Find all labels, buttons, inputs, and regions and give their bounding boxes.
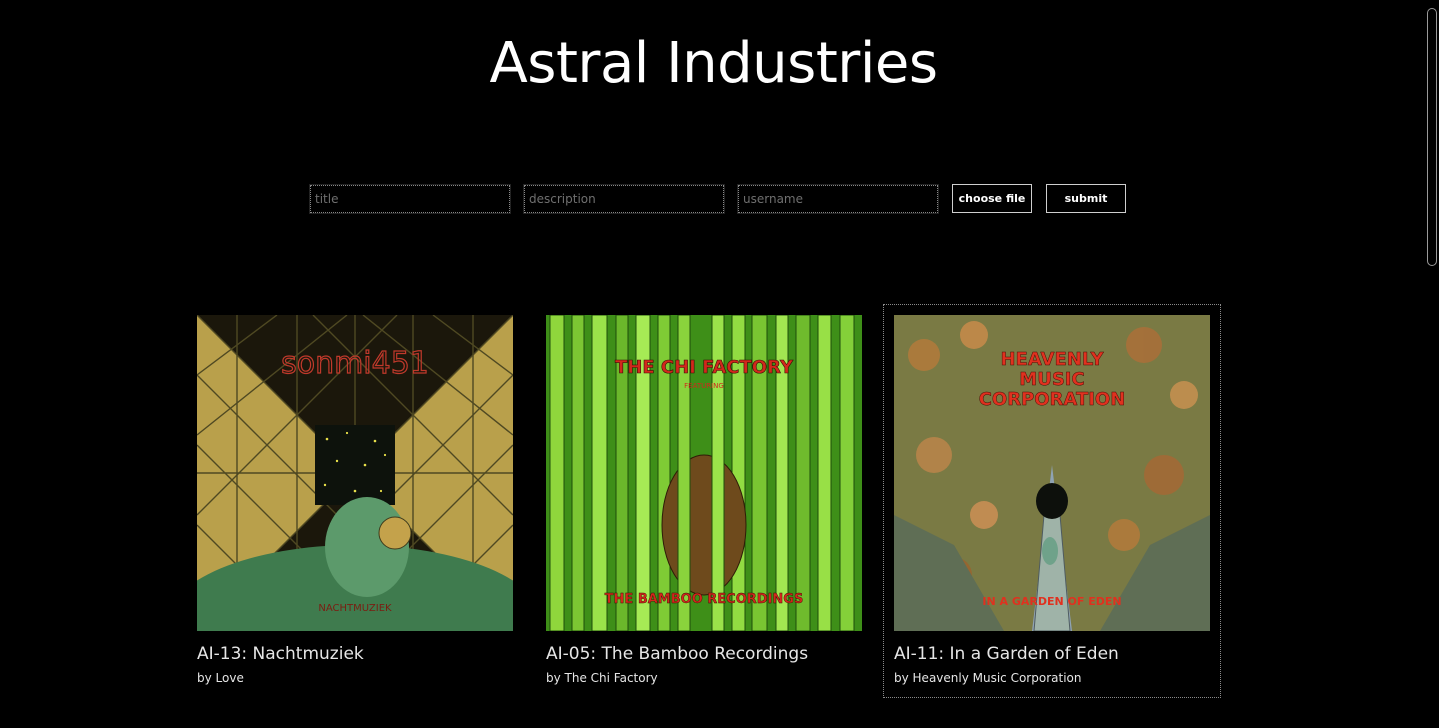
svg-text:NACHTMUZIEK: NACHTMUZIEK bbox=[318, 603, 392, 614]
upload-form: choose file submit bbox=[309, 183, 1126, 214]
svg-text:THE BAMBOO RECORDINGS: THE BAMBOO RECORDINGS bbox=[605, 592, 804, 607]
album-cover[interactable]: HEAVENLY MUSIC CORPORATION IN A GARDEN O… bbox=[894, 315, 1210, 631]
release-card[interactable]: sonmi451 NACHTMUZIEK AI-13: Nachtmuziek … bbox=[186, 304, 524, 698]
svg-text:FEATURING: FEATURING bbox=[684, 382, 724, 390]
title-input[interactable] bbox=[309, 183, 511, 214]
release-title[interactable]: AI-11: In a Garden of Eden bbox=[894, 644, 1119, 664]
release-title[interactable]: AI-05: The Bamboo Recordings bbox=[546, 644, 808, 664]
release-title[interactable]: AI-13: Nachtmuziek bbox=[197, 644, 364, 664]
svg-text:THE CHI FACTORY: THE CHI FACTORY bbox=[615, 357, 794, 378]
svg-text:sonmi451: sonmi451 bbox=[281, 346, 429, 381]
svg-text:MUSIC: MUSIC bbox=[1019, 369, 1084, 390]
page-title: Astral Industries bbox=[489, 31, 938, 96]
release-card[interactable]: THE CHI FACTORY FEATURING THE BAMBOO REC… bbox=[535, 304, 873, 698]
release-artist: by Love bbox=[197, 671, 244, 685]
choose-file-button[interactable]: choose file bbox=[952, 184, 1032, 213]
vertical-scrollbar[interactable] bbox=[1427, 8, 1437, 266]
svg-text:IN A GARDEN OF EDEN: IN A GARDEN OF EDEN bbox=[982, 595, 1121, 608]
album-cover[interactable]: sonmi451 NACHTMUZIEK bbox=[197, 315, 513, 631]
release-artist: by Heavenly Music Corporation bbox=[894, 671, 1082, 685]
svg-text:HEAVENLY: HEAVENLY bbox=[1000, 349, 1104, 370]
username-input[interactable] bbox=[737, 183, 939, 214]
release-artist: by The Chi Factory bbox=[546, 671, 658, 685]
submit-button[interactable]: submit bbox=[1046, 184, 1126, 213]
svg-text:CORPORATION: CORPORATION bbox=[979, 389, 1126, 410]
description-input[interactable] bbox=[523, 183, 725, 214]
release-card[interactable]: HEAVENLY MUSIC CORPORATION IN A GARDEN O… bbox=[883, 304, 1221, 698]
page: Astral Industries choose file submit bbox=[0, 0, 1439, 728]
album-cover[interactable]: THE CHI FACTORY FEATURING THE BAMBOO REC… bbox=[546, 315, 862, 631]
